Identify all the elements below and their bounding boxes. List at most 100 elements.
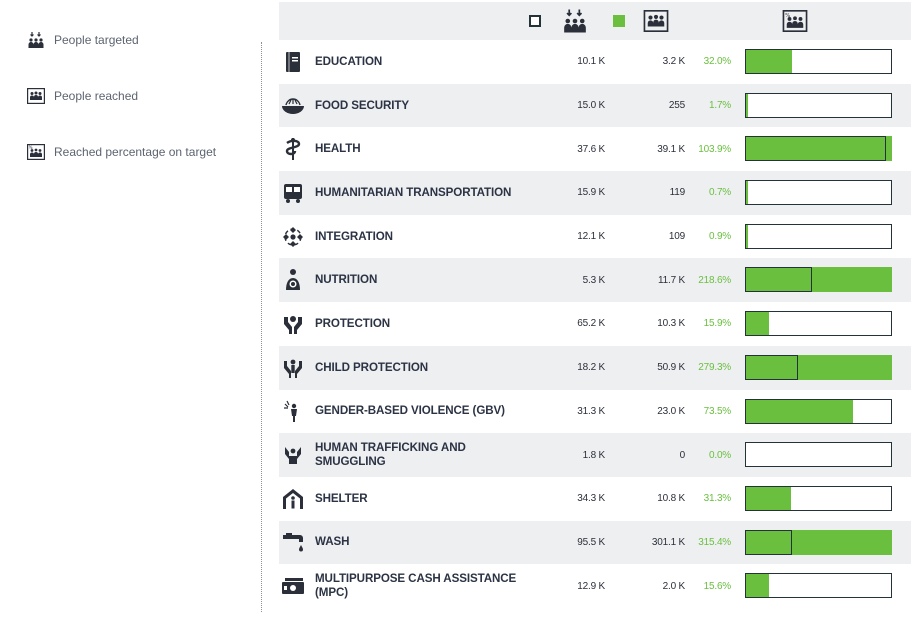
people-reached-icon [26,86,46,106]
gbv-icon [281,400,305,424]
people-reached-value: 119 [669,187,686,199]
progress-bar [745,398,892,424]
sector-name: HEALTH [315,142,361,156]
people-targeted-value: 37.6 K [577,143,605,155]
people-targeted-value: 1.8 K [582,449,606,461]
sector-name: FOOD SECURITY [315,98,410,112]
people-reached-value: 50.9 K [657,362,685,374]
target-marker [745,267,813,293]
progress-bar [745,267,892,293]
reached-percentage-value: 15.9% [703,318,732,330]
people-targeted-value: 15.9 K [577,187,605,199]
progress-bar [745,49,892,74]
people-targeted-value: 12.9 K [577,580,605,592]
people-targeted-value: 65.2 K [577,318,605,330]
reached-percentage-value: 1.7% [709,100,731,112]
reached-percentage-value: 73.5% [703,405,732,417]
people-targeted-icon [26,30,46,50]
protection-icon [281,312,305,336]
table-row[interactable]: EDUCATION 10.1 K 3.2 K 32.0% [279,40,911,84]
target-marker [745,529,792,555]
reached-percentage-value: 279.3% [698,362,731,374]
food-security-icon [281,94,305,118]
reached-percentage-value: 0.9% [709,231,731,243]
reached-percentage-value: 32.0% [703,56,732,68]
legend-item-targeted: People targeted [26,28,256,52]
progress-fill [746,93,749,117]
table-row[interactable]: SHELTER 34.3 K 10.8 K 31.3% [279,477,911,521]
sector-name: GENDER-BASED VIOLENCE (GBV) [315,404,505,418]
sector-table: % EDUCATION 10.1 K 3.2 K 32.0% FOOD SECURITY… [279,2,911,608]
sector-name: HUMAN TRAFFICKING AND SMUGGLING [315,441,466,469]
reached-percentage-value: 103.9% [698,143,731,155]
bus-icon [281,181,305,205]
people-reached-value: 23.0 K [657,405,685,417]
sector-name: HUMANITARIAN TRANSPORTATION [315,185,512,199]
sector-name: WASH [315,535,350,549]
progress-fill [746,399,853,423]
progress-fill [746,50,793,73]
table-row[interactable]: CHILD PROTECTION 18.2 K 50.9 K 279.3% [279,345,911,390]
table-row[interactable]: GENDER-BASED VIOLENCE (GBV) 31.3 K 23.0 K 7… [279,390,911,434]
people-targeted-value: 95.5 K [577,536,605,548]
people-reached-value: 2.0 K [662,580,686,592]
sector-name: CHILD PROTECTION [315,360,429,374]
people-reached-value: 109 [668,231,685,243]
table-row[interactable]: MULTIPURPOSE CASH ASSISTANCE (MPC) 12.9 K… [279,564,911,608]
people-targeted-value: 5.3 K [582,274,606,286]
people-targeted-value: 15.0 K [577,100,605,112]
progress-bar [745,573,892,599]
progress-bar [745,92,892,118]
people-targeted-value: 34.3 K [577,493,605,505]
sector-name: EDUCATION [315,54,383,68]
progress-fill [746,486,792,510]
table-row[interactable]: HUMAN TRAFFICKING AND SMUGGLING 1.8 K 0 0.0… [279,433,911,477]
integration-icon [281,225,305,249]
sector-name: INTEGRATION [315,229,393,243]
child-protection-icon [281,356,305,380]
people-reached-value: 0 [679,449,686,461]
people-reached-icon[interactable] [641,6,671,36]
people-targeted-value: 31.3 K [577,405,605,417]
people-targeted-value: 12.1 K [577,231,605,243]
table-body: EDUCATION 10.1 K 3.2 K 32.0% FOOD SECURITY 15… [279,40,911,608]
target-marker [745,354,798,380]
reached-percentage-icon[interactable]: % [780,6,810,36]
table-row[interactable]: HEALTH 37.6 K 39.1 K 103.9% [279,127,911,171]
people-reached-value: 10.8 K [657,493,685,505]
green-square-icon[interactable] [609,6,629,36]
progress-bar [745,136,892,162]
table-row[interactable]: NUTRITION 5.3 K 11.7 K 218.6% [279,258,911,303]
table-row[interactable]: WASH 95.5 K 301.1 K 315.4% [279,520,911,565]
legend-label: People targeted [54,33,139,47]
progress-bar [745,354,892,380]
cash-icon [281,574,305,598]
education-icon [281,50,305,74]
progress-fill [746,224,748,248]
table-row[interactable]: INTEGRATION 12.1 K 109 0.9% [279,215,911,259]
progress-bar [745,485,892,511]
people-targeted-value: 10.1 K [577,56,605,68]
legend-item-percentage: % Reached percentage on target [26,140,256,164]
people-targeted-icon[interactable] [560,6,590,36]
progress-fill [746,574,769,598]
legend-square-icon[interactable] [525,6,545,36]
legend: People targeted People reached % Reached… [26,28,256,196]
table-row[interactable]: HUMANITARIAN TRANSPORTATION 15.9 K 119 0.7% [279,171,911,215]
reached-percentage-icon: % [26,142,46,162]
table-row[interactable]: FOOD SECURITY 15.0 K 255 1.7% [279,83,911,128]
sector-name: PROTECTION [315,316,391,330]
legend-item-reached: People reached [26,84,256,108]
nutrition-icon [281,268,305,292]
reached-percentage-value: 0.7% [709,187,731,199]
table-row[interactable]: PROTECTION 65.2 K 10.3 K 15.9% [279,302,911,346]
reached-percentage-value: 0.0% [709,449,731,461]
people-reached-value: 10.3 K [657,318,685,330]
progress-bar [745,180,892,206]
progress-bar [745,223,892,249]
progress-bar [745,442,892,468]
people-targeted-value: 18.2 K [577,362,605,374]
divider [261,42,262,612]
table-header: % [279,2,911,40]
wash-icon [281,531,305,555]
